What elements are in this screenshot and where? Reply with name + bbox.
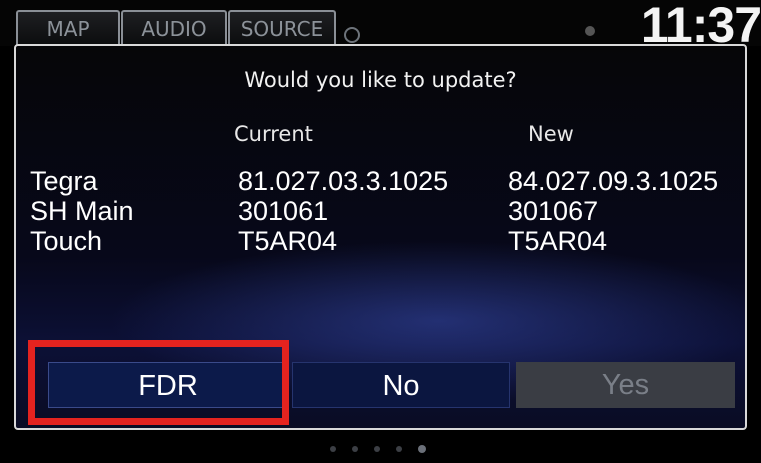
new-header: New <box>528 122 574 146</box>
clock: 11:37 <box>640 0 761 53</box>
current-version: T5AR04 <box>238 226 338 256</box>
current-header: Current <box>234 122 313 146</box>
current-version: 301061 <box>238 196 329 226</box>
tab-audio[interactable]: AUDIO <box>121 10 227 46</box>
version-row-tegra: Tegra 81.027.03.3.1025 84.027.09.3.1025 <box>30 166 718 196</box>
tab-source[interactable]: SOURCE <box>228 10 336 46</box>
page-dot <box>374 446 380 452</box>
status-dot-icon <box>585 26 595 36</box>
new-version: T5AR04 <box>508 226 608 256</box>
status-icon <box>344 27 360 43</box>
page-dot <box>330 446 336 452</box>
page-dot-active <box>418 445 426 453</box>
dialog-question: Would you like to update? <box>244 68 517 92</box>
version-row-sh-main: SH Main 301061 301067 <box>30 196 598 226</box>
component-name: Touch <box>30 226 103 256</box>
new-version: 301067 <box>508 196 599 226</box>
page-dot <box>396 446 402 452</box>
page-dot <box>352 446 358 452</box>
tab-map[interactable]: MAP <box>16 10 120 46</box>
no-button[interactable]: No <box>292 362 510 408</box>
version-row-touch: Touch T5AR04 T5AR04 <box>30 226 607 256</box>
new-version: 84.027.09.3.1025 <box>508 166 719 196</box>
status-bar: MAP AUDIO SOURCE 11:37 <box>0 0 761 50</box>
update-dialog: Would you like to update? Current New Te… <box>14 44 747 430</box>
component-name: SH Main <box>30 196 134 226</box>
current-version: 81.027.03.3.1025 <box>238 166 449 196</box>
fdr-button[interactable]: FDR <box>48 362 288 408</box>
yes-button[interactable]: Yes <box>516 362 735 408</box>
component-name: Tegra <box>30 166 98 196</box>
